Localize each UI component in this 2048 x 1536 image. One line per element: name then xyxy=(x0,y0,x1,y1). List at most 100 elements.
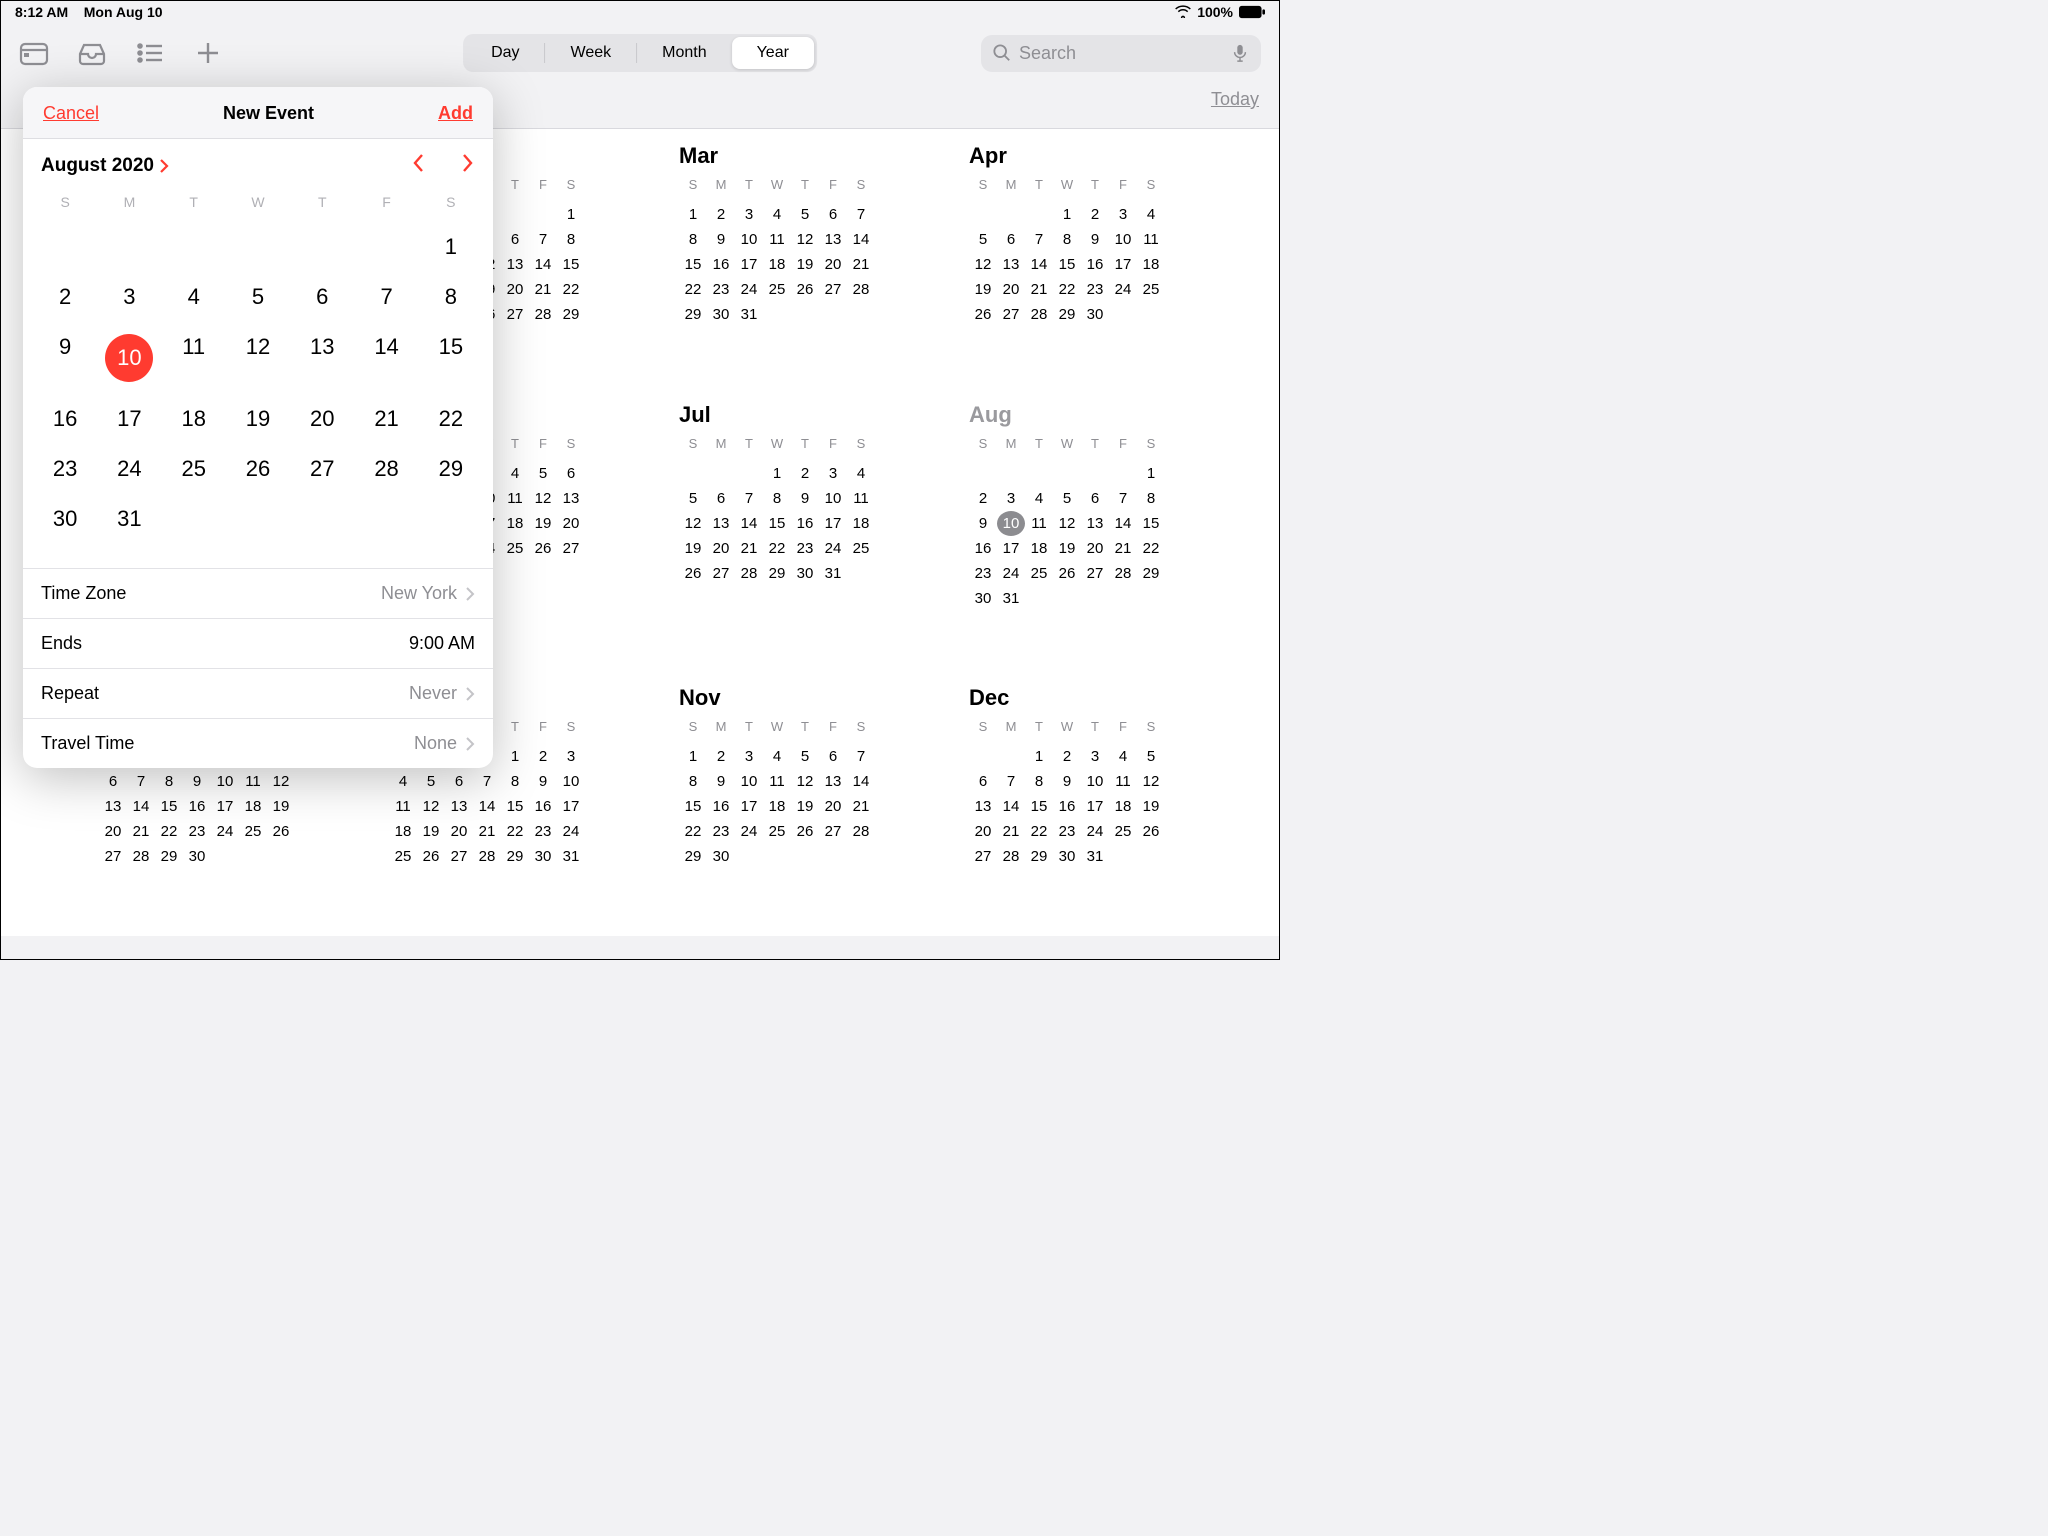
year-day-cell[interactable]: 4 xyxy=(1025,486,1053,511)
date-cell[interactable]: 29 xyxy=(419,444,483,494)
year-day-cell[interactable]: 30 xyxy=(707,844,735,869)
date-cell[interactable]: 11 xyxy=(162,322,226,394)
year-day-cell[interactable]: 24 xyxy=(1081,819,1109,844)
date-cell[interactable]: 31 xyxy=(97,494,161,544)
year-day-cell[interactable]: 22 xyxy=(155,819,183,844)
year-day-cell[interactable]: 7 xyxy=(997,769,1025,794)
year-day-cell[interactable]: 3 xyxy=(1109,202,1137,227)
year-day-cell[interactable]: 11 xyxy=(1137,227,1165,252)
year-day-cell[interactable]: 29 xyxy=(1137,561,1165,586)
seg-week[interactable]: Week xyxy=(546,37,637,69)
year-day-cell[interactable]: 14 xyxy=(1025,252,1053,277)
year-day-cell[interactable]: 4 xyxy=(1137,202,1165,227)
month-mar[interactable]: MarSMTWTFS123456789101112131415161718192… xyxy=(679,143,929,374)
year-day-cell[interactable]: 15 xyxy=(679,252,707,277)
date-cell[interactable]: 14 xyxy=(354,322,418,394)
year-day-cell[interactable]: 18 xyxy=(389,819,417,844)
month-nov[interactable]: NovSMTWTFS123456789101112131415161718192… xyxy=(679,685,929,916)
year-day-cell[interactable]: 29 xyxy=(763,561,791,586)
year-day-cell[interactable]: 30 xyxy=(183,844,211,869)
year-day-cell[interactable]: 8 xyxy=(501,769,529,794)
year-day-cell[interactable]: 30 xyxy=(1081,302,1109,327)
year-day-cell[interactable]: 28 xyxy=(847,277,875,302)
year-day-cell[interactable]: 9 xyxy=(707,227,735,252)
year-day-cell[interactable]: 28 xyxy=(1025,302,1053,327)
year-day-cell[interactable]: 22 xyxy=(679,277,707,302)
year-day-cell[interactable]: 16 xyxy=(529,794,557,819)
year-day-cell[interactable]: 10 xyxy=(997,511,1025,536)
cancel-button[interactable]: Cancel xyxy=(43,103,99,124)
year-day-cell[interactable]: 24 xyxy=(735,819,763,844)
date-cell[interactable]: 27 xyxy=(290,444,354,494)
seg-year[interactable]: Year xyxy=(732,37,814,69)
year-day-cell[interactable]: 25 xyxy=(1109,819,1137,844)
date-cell[interactable]: 3 xyxy=(97,272,161,322)
year-day-cell[interactable]: 19 xyxy=(679,536,707,561)
year-day-cell[interactable]: 7 xyxy=(1025,227,1053,252)
year-day-cell[interactable]: 5 xyxy=(1053,486,1081,511)
option-row-repeat[interactable]: RepeatNever xyxy=(23,669,493,719)
year-day-cell[interactable]: 17 xyxy=(735,794,763,819)
calendar-icon[interactable] xyxy=(19,38,49,68)
year-day-cell[interactable]: 31 xyxy=(735,302,763,327)
year-day-cell[interactable]: 8 xyxy=(1025,769,1053,794)
year-day-cell[interactable]: 18 xyxy=(1025,536,1053,561)
year-day-cell[interactable]: 12 xyxy=(267,769,295,794)
year-day-cell[interactable]: 13 xyxy=(819,227,847,252)
option-row-ends[interactable]: Ends9:00 AM xyxy=(23,619,493,669)
year-day-cell[interactable]: 19 xyxy=(1053,536,1081,561)
year-day-cell[interactable]: 5 xyxy=(791,744,819,769)
year-day-cell[interactable]: 5 xyxy=(529,461,557,486)
date-cell[interactable]: 30 xyxy=(33,494,97,544)
year-day-cell[interactable]: 4 xyxy=(389,769,417,794)
year-day-cell[interactable]: 23 xyxy=(969,561,997,586)
year-day-cell[interactable]: 16 xyxy=(707,794,735,819)
year-day-cell[interactable]: 5 xyxy=(417,769,445,794)
year-day-cell[interactable]: 21 xyxy=(997,819,1025,844)
year-day-cell[interactable]: 11 xyxy=(763,227,791,252)
year-day-cell[interactable]: 21 xyxy=(1025,277,1053,302)
year-day-cell[interactable]: 26 xyxy=(679,561,707,586)
year-day-cell[interactable]: 13 xyxy=(501,252,529,277)
mic-icon[interactable] xyxy=(1231,44,1249,62)
year-day-cell[interactable]: 20 xyxy=(1081,536,1109,561)
year-day-cell[interactable]: 27 xyxy=(819,277,847,302)
year-day-cell[interactable]: 20 xyxy=(819,252,847,277)
date-cell[interactable]: 16 xyxy=(33,394,97,444)
year-day-cell[interactable]: 17 xyxy=(1081,794,1109,819)
year-day-cell[interactable]: 2 xyxy=(707,202,735,227)
year-day-cell[interactable]: 9 xyxy=(529,769,557,794)
year-day-cell[interactable]: 15 xyxy=(557,252,585,277)
next-month-button[interactable] xyxy=(461,153,475,178)
year-day-cell[interactable]: 18 xyxy=(501,511,529,536)
year-day-cell[interactable]: 5 xyxy=(791,202,819,227)
year-day-cell[interactable]: 14 xyxy=(127,794,155,819)
year-day-cell[interactable]: 1 xyxy=(501,744,529,769)
date-cell[interactable]: 7 xyxy=(354,272,418,322)
year-day-cell[interactable]: 4 xyxy=(763,744,791,769)
year-day-cell[interactable]: 23 xyxy=(791,536,819,561)
year-day-cell[interactable]: 13 xyxy=(707,511,735,536)
year-day-cell[interactable]: 27 xyxy=(445,844,473,869)
year-day-cell[interactable]: 1 xyxy=(763,461,791,486)
year-day-cell[interactable]: 28 xyxy=(1109,561,1137,586)
year-day-cell[interactable]: 3 xyxy=(819,461,847,486)
year-day-cell[interactable]: 22 xyxy=(501,819,529,844)
year-day-cell[interactable]: 15 xyxy=(1025,794,1053,819)
year-day-cell[interactable]: 20 xyxy=(445,819,473,844)
year-day-cell[interactable]: 20 xyxy=(501,277,529,302)
year-day-cell[interactable]: 15 xyxy=(679,794,707,819)
year-day-cell[interactable]: 21 xyxy=(127,819,155,844)
year-day-cell[interactable]: 9 xyxy=(969,511,997,536)
year-day-cell[interactable]: 30 xyxy=(707,302,735,327)
year-day-cell[interactable]: 25 xyxy=(763,277,791,302)
year-day-cell[interactable]: 31 xyxy=(1081,844,1109,869)
year-day-cell[interactable]: 25 xyxy=(847,536,875,561)
year-day-cell[interactable]: 8 xyxy=(1137,486,1165,511)
year-day-cell[interactable]: 4 xyxy=(847,461,875,486)
year-day-cell[interactable]: 23 xyxy=(183,819,211,844)
year-day-cell[interactable]: 29 xyxy=(1025,844,1053,869)
date-cell[interactable]: 25 xyxy=(162,444,226,494)
year-day-cell[interactable]: 28 xyxy=(847,819,875,844)
year-day-cell[interactable]: 24 xyxy=(997,561,1025,586)
